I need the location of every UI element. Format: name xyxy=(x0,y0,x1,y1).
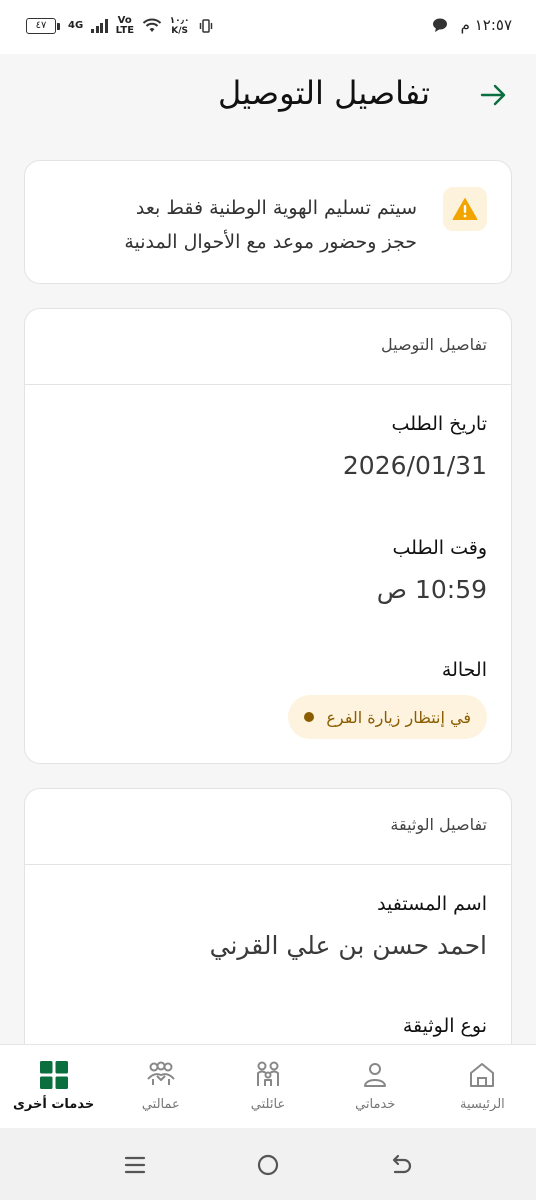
signal-icon xyxy=(91,19,108,33)
chat-notification-icon xyxy=(432,18,447,32)
nav-label-workers: عمالتي xyxy=(141,1097,180,1112)
beneficiary-label: اسم المستفيد xyxy=(377,893,487,915)
delivery-details-card: تفاصيل التوصيل تاريخ الطلب 2026/01/31 وق… xyxy=(24,308,512,764)
notice-line-1: سيتم تسليم الهوية الوطنية فقط بعد xyxy=(135,197,417,219)
clock: ١٢:٥٧ م xyxy=(460,16,512,34)
nav-label-family: عائلتي xyxy=(250,1097,286,1112)
network-speed: ١٠٫٠ K/S xyxy=(170,16,190,36)
notice-text: سيتم تسليم الهوية الوطنية فقط بعد حجز وح… xyxy=(37,191,417,259)
nav-item-workers[interactable]: عمالتي xyxy=(107,1045,214,1128)
request-date-value: 2026/01/31 xyxy=(342,451,487,480)
notice-line-2: حجز وحضور موعد مع الأحوال المدنية xyxy=(124,231,417,253)
document-type-label: نوع الوثيقة xyxy=(402,1015,487,1037)
person-icon xyxy=(364,1063,387,1087)
network-speed-value: ١٠٫٠ xyxy=(169,16,190,26)
battery-icon: ٤٧ xyxy=(26,18,60,34)
system-nav-bar xyxy=(0,1128,536,1200)
back-arrow-icon[interactable] xyxy=(478,80,508,110)
request-time-value: 10:59 ص xyxy=(376,575,487,604)
nav-item-my-services[interactable]: خدماتي xyxy=(322,1045,429,1128)
nav-item-other-services[interactable]: خدمات أخرى xyxy=(0,1045,107,1128)
nav-label-other-services: خدمات أخرى xyxy=(12,1097,95,1112)
recent-apps-icon[interactable] xyxy=(122,1152,148,1178)
volte-badge: Vo LTE xyxy=(115,15,135,36)
status-bar-right: ١٢:٥٧ م xyxy=(431,16,512,34)
page-title: تفاصيل التوصيل xyxy=(218,74,430,112)
screen: ٤٧ 4G Vo LTE ١٠٫٠ K/S ١٢:٥٧ م تفاصيل الت… xyxy=(0,0,536,1200)
request-date-label: تاريخ الطلب xyxy=(391,413,487,435)
wifi-icon xyxy=(142,18,161,32)
vibrate-icon xyxy=(199,19,212,33)
grid-icon xyxy=(39,1061,68,1089)
nav-item-home[interactable]: الرئيسية xyxy=(429,1045,536,1128)
status-bar: ٤٧ 4G Vo LTE ١٠٫٠ K/S ١٢:٥٧ م xyxy=(0,0,536,54)
bottom-nav: الرئيسية خدماتي عائلتي عمالتي خدمات أخرى xyxy=(0,1044,536,1128)
status-bar-left: ٤٧ 4G Vo LTE ١٠٫٠ K/S xyxy=(26,16,214,36)
home-icon xyxy=(470,1063,495,1087)
beneficiary-name: احمد حسن بن علي القرني xyxy=(209,931,487,960)
id-notice-card: سيتم تسليم الهوية الوطنية فقط بعد حجز وح… xyxy=(24,160,512,284)
workers-icon xyxy=(147,1061,175,1085)
nav-item-family[interactable]: عائلتي xyxy=(214,1045,321,1128)
delivery-section-title: تفاصيل التوصيل xyxy=(381,335,487,354)
network-speed-unit: K/S xyxy=(171,26,188,36)
status-label: الحالة xyxy=(441,659,487,681)
family-icon xyxy=(257,1061,279,1086)
status-badge: في إنتظار زيارة الفرع xyxy=(288,695,487,739)
document-section-title: تفاصيل الوثيقة xyxy=(390,815,487,834)
warning-badge xyxy=(443,187,487,231)
back-button-icon[interactable] xyxy=(388,1152,414,1178)
request-time-label: وقت الطلب xyxy=(392,537,487,559)
network-type: 4G xyxy=(68,20,84,31)
app-header: تفاصيل التوصيل xyxy=(0,54,536,142)
status-text: في إنتظار زيارة الفرع xyxy=(326,707,471,727)
delivery-card-header: تفاصيل التوصيل xyxy=(25,309,511,385)
battery-level: ٤٧ xyxy=(26,18,56,34)
home-button-icon[interactable] xyxy=(255,1152,281,1178)
status-dot-icon xyxy=(304,712,315,722)
nav-label-my-services: خدماتي xyxy=(355,1097,396,1112)
document-card-header: تفاصيل الوثيقة xyxy=(25,789,511,865)
nav-label-home: الرئيسية xyxy=(460,1097,505,1112)
warning-icon xyxy=(452,198,478,220)
